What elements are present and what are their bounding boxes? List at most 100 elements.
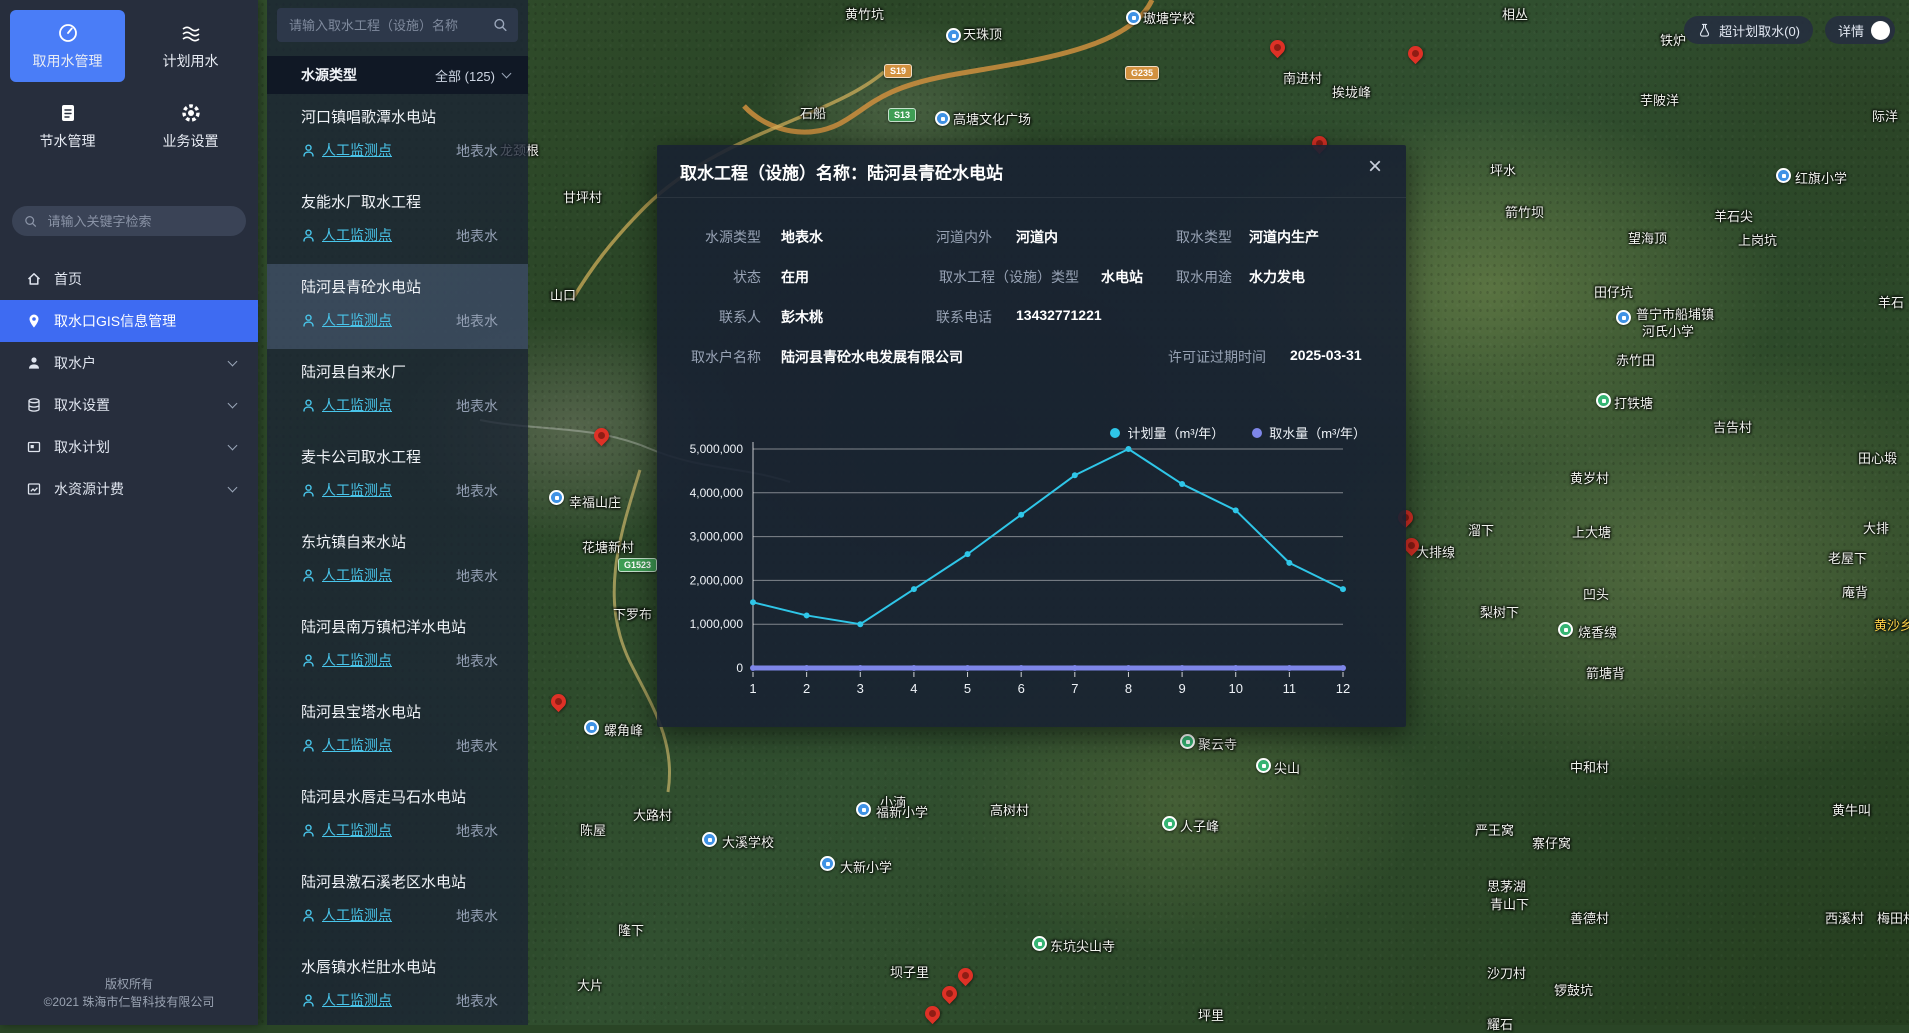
detail-toggle[interactable]: 详情 <box>1825 16 1895 44</box>
over-plan-label: 超计划取水(0) <box>1719 21 1800 40</box>
user-icon <box>26 355 42 371</box>
map-place-label: 庵背 <box>1842 582 1868 601</box>
poi-marker-icon <box>1596 393 1611 408</box>
monitor-link[interactable]: 人工监测点 <box>301 905 392 925</box>
monitor-link[interactable]: 人工监测点 <box>301 395 392 415</box>
person-icon <box>301 568 316 583</box>
monitor-link[interactable]: 人工监测点 <box>301 480 392 500</box>
map-place-label: 山口 <box>550 285 576 304</box>
meter-icon <box>57 22 79 44</box>
water-source-list-item[interactable]: 陆河县自来水厂 人工监测点 地表水 <box>267 349 528 434</box>
map-place-label: 大排缐 <box>1416 542 1455 561</box>
menu-item-water-users[interactable]: 取水户 <box>0 342 258 384</box>
road-shield: S13 <box>888 108 916 122</box>
map-place-label: 打铁塘 <box>1614 393 1653 412</box>
list-search-input[interactable] <box>287 17 493 34</box>
map-place-label: 大溪学校 <box>722 832 774 851</box>
field-label: 状态 <box>657 267 761 287</box>
sidebar: 取用水管理 计划用水 节水管理 业务设置 <box>0 0 258 1025</box>
map-place-label: 高塘文化广场 <box>953 109 1031 128</box>
water-source-list-item[interactable]: 陆河县激石溪老区水电站 人工监测点 地表水 <box>267 859 528 944</box>
facility-fields: 水源类型 地表水 河道内外 河道内 取水类型 河道内生产 状态 在用 取水工程（… <box>657 217 1406 377</box>
person-icon <box>301 143 316 158</box>
poi-marker-icon <box>1616 310 1631 325</box>
toggle-knob-icon[interactable] <box>1871 21 1890 40</box>
field-label: 河道内外 <box>837 227 992 247</box>
legend-dot-icon <box>1252 428 1262 438</box>
person-icon <box>301 483 316 498</box>
map-place-label: 箭竹坝 <box>1505 202 1544 221</box>
menu-item-home[interactable]: 首页 <box>0 258 258 300</box>
svg-text:12: 12 <box>1336 681 1350 696</box>
list-search-box[interactable] <box>277 8 518 42</box>
map-place-label: 甘坪村 <box>563 187 602 206</box>
water-source-list-item[interactable]: 陆河县南万镇杞洋水电站 人工监测点 地表水 <box>267 604 528 689</box>
tile-business-settings[interactable]: 业务设置 <box>133 90 248 162</box>
water-type: 地表水 <box>456 736 498 756</box>
map-place-label: 中和村 <box>1570 757 1609 776</box>
map-place-label: 黄竹坑 <box>845 4 884 23</box>
water-source-list-item[interactable]: 陆河县水唇走马石水电站 人工监测点 地表水 <box>267 774 528 859</box>
water-source-list-item[interactable]: 陆河县青砼水电站 人工监测点 地表水 <box>267 264 528 349</box>
sidebar-search-box[interactable] <box>12 206 246 236</box>
monitor-link[interactable]: 人工监测点 <box>301 225 392 245</box>
map-place-label: 凹头 <box>1583 584 1609 603</box>
card-icon <box>26 439 42 455</box>
svg-text:2: 2 <box>803 681 810 696</box>
water-type: 地表水 <box>456 141 498 161</box>
water-source-list-item[interactable]: 友能水厂取水工程 人工监测点 地表水 <box>267 179 528 264</box>
tile-water-saving-management[interactable]: 节水管理 <box>10 90 125 162</box>
map-place-label: 璈塘学校 <box>1143 8 1195 27</box>
map-place-label: 大路村 <box>633 805 672 824</box>
monitor-link[interactable]: 人工监测点 <box>301 650 392 670</box>
water-type: 地表水 <box>456 651 498 671</box>
monitor-link[interactable]: 人工监测点 <box>301 735 392 755</box>
map-place-label: 铁炉 <box>1660 30 1686 49</box>
location-pin-icon <box>26 313 42 329</box>
sidebar-search-input[interactable] <box>45 213 234 230</box>
map-place-label: 上岗坑 <box>1738 230 1777 249</box>
map-place-label: 东坑尖山寺 <box>1050 936 1115 955</box>
map-place-label: 田心塅 <box>1858 448 1897 467</box>
tile-planned-water-use[interactable]: 计划用水 <box>133 10 248 82</box>
chevron-down-icon <box>228 441 238 451</box>
filter-dropdown[interactable]: 全部 (125) <box>435 66 510 85</box>
chevron-down-icon <box>502 68 512 78</box>
water-source-list-item[interactable]: 麦卡公司取水工程 人工监测点 地表水 <box>267 434 528 519</box>
map-place-label: 思茅湖 <box>1487 876 1526 895</box>
map-place-label: 聚云寺 <box>1198 734 1237 753</box>
water-source-list-item[interactable]: 东坑镇自来水站 人工监测点 地表水 <box>267 519 528 604</box>
water-source-list-item[interactable]: 水唇镇水栏肚水电站 人工监测点 地表水 <box>267 944 528 1025</box>
poi-marker-icon <box>1558 622 1573 637</box>
detail-label: 详情 <box>1838 21 1864 40</box>
menu-item-water-resource-billing[interactable]: 水资源计费 <box>0 468 258 510</box>
monitor-link[interactable]: 人工监测点 <box>301 140 392 160</box>
water-type: 地表水 <box>456 566 498 586</box>
menu-item-water-intake-settings[interactable]: 取水设置 <box>0 384 258 426</box>
monitor-link[interactable]: 人工监测点 <box>301 565 392 585</box>
person-icon <box>301 398 316 413</box>
water-source-list-item[interactable]: 陆河县宝塔水电站 人工监测点 地表水 <box>267 689 528 774</box>
person-icon <box>301 823 316 838</box>
svg-text:10: 10 <box>1228 681 1242 696</box>
search-icon[interactable] <box>493 17 508 33</box>
field-label: 取水户名称 <box>657 347 761 367</box>
monitor-link[interactable]: 人工监测点 <box>301 310 392 330</box>
monitor-link[interactable]: 人工监测点 <box>301 820 392 840</box>
close-icon[interactable]: × <box>1368 155 1382 179</box>
water-type: 地表水 <box>456 906 498 926</box>
svg-text:11: 11 <box>1283 681 1297 696</box>
menu-item-water-intake-plan[interactable]: 取水计划 <box>0 426 258 468</box>
map-place-label: 西溪村 <box>1825 908 1864 927</box>
map-place-label: 螺角峰 <box>604 720 643 739</box>
map-place-label: 沙刀村 <box>1487 963 1526 982</box>
tile-water-intake-management[interactable]: 取用水管理 <box>10 10 125 82</box>
water-source-name: 陆河县激石溪老区水电站 <box>301 871 466 892</box>
water-source-list-item[interactable]: 河口镇唱歌潭水电站 人工监测点 地表水 <box>267 94 528 179</box>
map-place-label: 田仔坑 <box>1594 282 1633 301</box>
chevron-down-icon <box>228 357 238 367</box>
menu-item-gis-management[interactable]: 取水口GIS信息管理 <box>0 300 258 342</box>
monitor-link[interactable]: 人工监测点 <box>301 990 392 1010</box>
svg-text:8: 8 <box>1125 681 1132 696</box>
over-plan-water-button[interactable]: 超计划取水(0) <box>1684 16 1813 44</box>
